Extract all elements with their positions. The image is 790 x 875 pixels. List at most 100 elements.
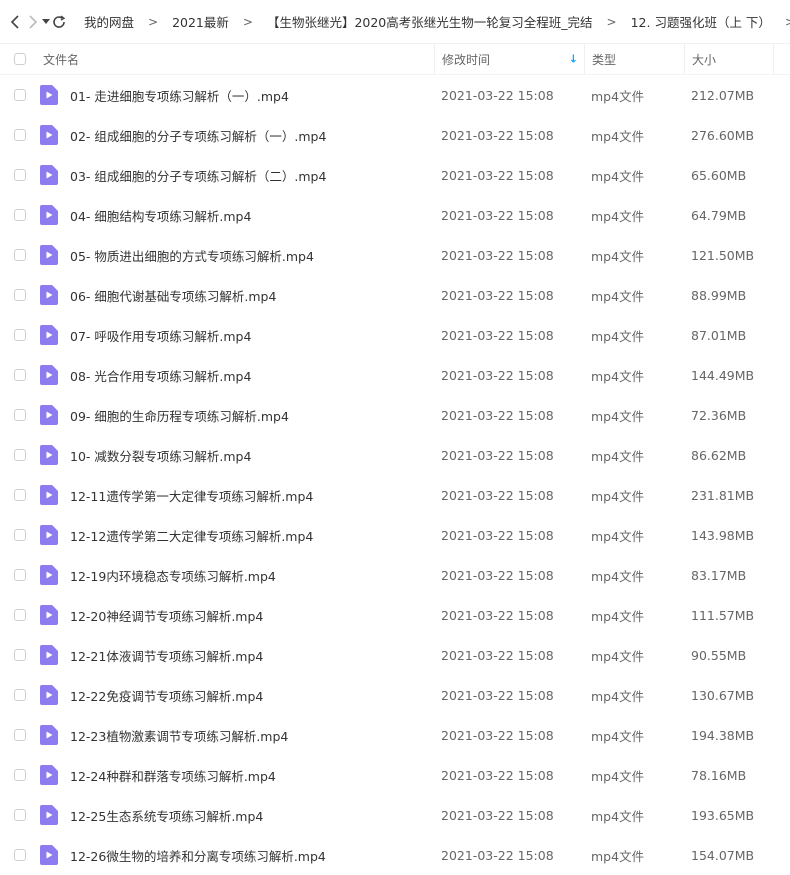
video-file-icon xyxy=(40,725,58,745)
file-row[interactable]: 12-26微生物的培养和分离专项练习解析.mp4 2021-03-22 15:08… xyxy=(0,835,790,875)
file-row[interactable]: 01- 走进细胞专项练习解析（一）.mp4 2021-03-22 15:08 mp4… xyxy=(0,75,790,115)
refresh-icon xyxy=(53,14,66,28)
row-checkbox[interactable] xyxy=(14,769,26,781)
file-row[interactable]: 10- 减数分裂专项练习解析.mp4 2021-03-22 15:08 mp4文件 8… xyxy=(0,435,790,475)
row-checkbox[interactable] xyxy=(14,89,26,101)
history-dropdown-button[interactable] xyxy=(42,10,50,34)
file-row[interactable]: 08- 光合作用专项练习解析.mp4 2021-03-22 15:08 mp4文件 1… xyxy=(0,355,790,395)
column-header-name[interactable]: 文件名 xyxy=(38,51,434,68)
file-name[interactable]: 12-24种群和群落专项练习解析.mp4 xyxy=(70,766,276,785)
file-modified: 2021-03-22 15:08 xyxy=(441,847,554,863)
breadcrumb-item[interactable]: 【生物张继光】2020高考张继光生物一轮复习全程班_完结 xyxy=(267,12,593,31)
file-size: 154.07MB xyxy=(691,847,755,863)
file-row[interactable]: 12-12遗传学第二大定律专项练习解析.mp4 2021-03-22 15:08 m… xyxy=(0,515,790,555)
file-name[interactable]: 05- 物质进出细胞的方式专项练习解析.mp4 xyxy=(70,246,314,265)
file-name[interactable]: 12-25生态系统专项练习解析.mp4 xyxy=(70,806,263,825)
row-checkbox[interactable] xyxy=(14,529,26,541)
breadcrumb-separator: > xyxy=(242,14,253,29)
file-row[interactable]: 12-23植物激素调节专项练习解析.mp4 2021-03-22 15:08 mp4… xyxy=(0,715,790,755)
file-name[interactable]: 08- 光合作用专项练习解析.mp4 xyxy=(70,366,251,385)
file-size: 64.79MB xyxy=(691,207,747,223)
file-name[interactable]: 09- 细胞的生命历程专项练习解析.mp4 xyxy=(70,406,289,425)
row-checkbox[interactable] xyxy=(14,169,26,181)
file-row[interactable]: 12-21体液调节专项练习解析.mp4 2021-03-22 15:08 mp4文件… xyxy=(0,635,790,675)
file-row[interactable]: 09- 细胞的生命历程专项练习解析.mp4 2021-03-22 15:08 mp4… xyxy=(0,395,790,435)
refresh-button[interactable] xyxy=(52,10,66,34)
row-checkbox[interactable] xyxy=(14,849,26,861)
file-row[interactable]: 12-22免疫调节专项练习解析.mp4 2021-03-22 15:08 mp4文件… xyxy=(0,675,790,715)
file-row[interactable]: 12-20神经调节专项练习解析.mp4 2021-03-22 15:08 mp4文件… xyxy=(0,595,790,635)
row-checkbox[interactable] xyxy=(14,209,26,221)
file-name[interactable]: 12-21体液调节专项练习解析.mp4 xyxy=(70,646,263,665)
file-size: 65.60MB xyxy=(691,167,747,183)
breadcrumb-item[interactable]: 12. 习题强化班（上 下） xyxy=(631,12,771,31)
file-row[interactable]: 12-19内环境稳态专项练习解析.mp4 2021-03-22 15:08 mp4文… xyxy=(0,555,790,595)
file-name[interactable]: 03- 组成细胞的分子专项练习解析（二）.mp4 xyxy=(70,166,326,185)
row-checkbox[interactable] xyxy=(14,729,26,741)
file-row[interactable]: 07- 呼吸作用专项练习解析.mp4 2021-03-22 15:08 mp4文件 8… xyxy=(0,315,790,355)
row-checkbox[interactable] xyxy=(14,409,26,421)
file-name[interactable]: 12-11遗传学第一大定律专项练习解析.mp4 xyxy=(70,486,313,505)
file-modified: 2021-03-22 15:08 xyxy=(441,407,554,423)
row-checkbox[interactable] xyxy=(14,249,26,261)
file-row[interactable]: 03- 组成细胞的分子专项练习解析（二）.mp4 2021-03-22 15:08… xyxy=(0,155,790,195)
forward-button[interactable] xyxy=(28,10,38,34)
file-row[interactable]: 12-11遗传学第一大定律专项练习解析.mp4 2021-03-22 15:08 m… xyxy=(0,475,790,515)
file-name[interactable]: 07- 呼吸作用专项练习解析.mp4 xyxy=(70,326,251,345)
file-type: mp4文件 xyxy=(591,408,645,424)
row-checkbox[interactable] xyxy=(14,809,26,821)
file-row[interactable]: 12-24种群和群落专项练习解析.mp4 2021-03-22 15:08 mp4文… xyxy=(0,755,790,795)
file-row[interactable]: 06- 细胞代谢基础专项练习解析.mp4 2021-03-22 15:08 mp4文… xyxy=(0,275,790,315)
file-name[interactable]: 12-12遗传学第二大定律专项练习解析.mp4 xyxy=(70,526,313,545)
row-checkbox[interactable] xyxy=(14,129,26,141)
column-header-modified[interactable]: 修改时间 ↓ xyxy=(434,44,584,74)
file-type: mp4文件 xyxy=(591,128,645,144)
file-name[interactable]: 10- 减数分裂专项练习解析.mp4 xyxy=(70,446,251,465)
file-type: mp4文件 xyxy=(591,808,645,824)
file-row[interactable]: 04- 细胞结构专项练习解析.mp4 2021-03-22 15:08 mp4文件 6… xyxy=(0,195,790,235)
row-checkbox[interactable] xyxy=(14,449,26,461)
column-header-type[interactable]: 类型 xyxy=(584,44,684,74)
chevron-right-icon xyxy=(29,14,38,29)
row-checkbox[interactable] xyxy=(14,369,26,381)
file-name[interactable]: 12-22免疫调节专项练习解析.mp4 xyxy=(70,686,263,705)
row-checkbox[interactable] xyxy=(14,569,26,581)
file-size: 276.60MB xyxy=(691,127,755,143)
column-header-size[interactable]: 大小 xyxy=(684,44,774,74)
breadcrumb-separator: > xyxy=(606,14,617,29)
file-name[interactable]: 04- 细胞结构专项练习解析.mp4 xyxy=(70,206,251,225)
file-type: mp4文件 xyxy=(591,248,645,264)
file-name[interactable]: 06- 细胞代谢基础专项练习解析.mp4 xyxy=(70,286,276,305)
video-file-icon xyxy=(40,685,58,705)
file-name[interactable]: 01- 走进细胞专项练习解析（一）.mp4 xyxy=(70,86,289,105)
file-row[interactable]: 12-25生态系统专项练习解析.mp4 2021-03-22 15:08 mp4文件… xyxy=(0,795,790,835)
video-file-icon xyxy=(40,285,58,305)
video-file-icon xyxy=(40,645,58,665)
file-name[interactable]: 12-23植物激素调节专项练习解析.mp4 xyxy=(70,726,288,745)
file-type: mp4文件 xyxy=(591,688,645,704)
row-checkbox[interactable] xyxy=(14,689,26,701)
file-name[interactable]: 12-19内环境稳态专项练习解析.mp4 xyxy=(70,566,276,585)
file-name[interactable]: 12-26微生物的培养和分离专项练习解析.mp4 xyxy=(70,846,326,865)
navigation-bar: 我的网盘 >2021最新 > 【生物张继光】2020高考张继光生物一轮复习全程班_完结… xyxy=(0,0,790,44)
row-checkbox[interactable] xyxy=(14,289,26,301)
breadcrumb-item[interactable]: 2021最新 xyxy=(172,12,229,31)
video-file-icon xyxy=(40,85,58,105)
row-checkbox[interactable] xyxy=(14,489,26,501)
file-size: 83.17MB xyxy=(691,567,747,583)
file-modified: 2021-03-22 15:08 xyxy=(441,487,554,503)
breadcrumb-separator: > xyxy=(148,14,159,29)
file-name[interactable]: 02- 组成细胞的分子专项练习解析（一）.mp4 xyxy=(70,126,326,145)
file-type: mp4文件 xyxy=(591,288,645,304)
row-checkbox[interactable] xyxy=(14,329,26,341)
file-name[interactable]: 12-20神经调节专项练习解析.mp4 xyxy=(70,606,263,625)
row-checkbox[interactable] xyxy=(14,649,26,661)
file-row[interactable]: 05- 物质进出细胞的方式专项练习解析.mp4 2021-03-22 15:08 m… xyxy=(0,235,790,275)
file-row[interactable]: 02- 组成细胞的分子专项练习解析（一）.mp4 2021-03-22 15:08… xyxy=(0,115,790,155)
file-modified: 2021-03-22 15:08 xyxy=(441,767,554,783)
back-button[interactable] xyxy=(10,10,20,34)
select-all-checkbox[interactable] xyxy=(14,53,26,65)
breadcrumb-item[interactable]: 我的网盘 xyxy=(84,12,134,31)
video-file-icon xyxy=(40,325,58,345)
row-checkbox[interactable] xyxy=(14,609,26,621)
